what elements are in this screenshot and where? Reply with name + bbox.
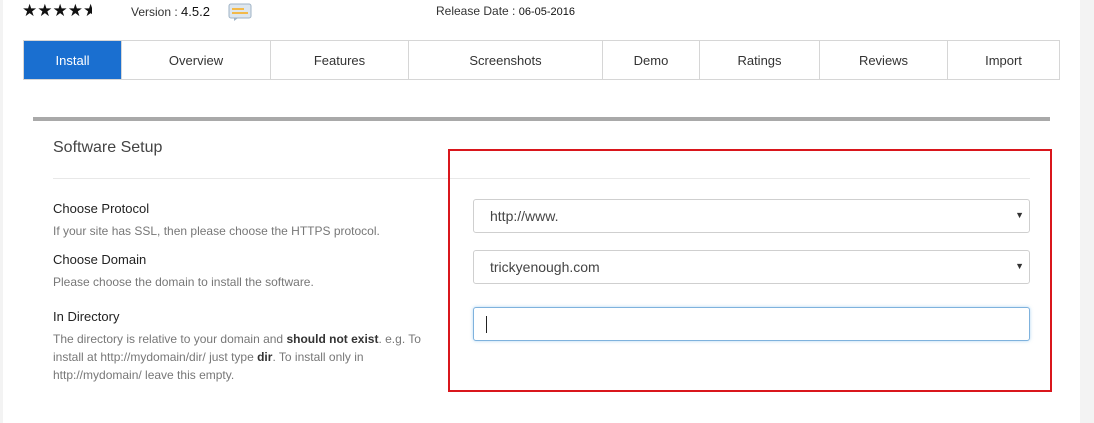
- protocol-help: If your site has SSL, then please choose…: [53, 224, 380, 238]
- release-label: Release Date :: [436, 4, 516, 18]
- tab-bar: Install Overview Features Screenshots De…: [23, 40, 1060, 80]
- changelog-icon[interactable]: [228, 3, 252, 21]
- tab-install[interactable]: Install: [24, 41, 122, 79]
- section-title: Software Setup: [53, 139, 163, 156]
- protocol-select-value: http://www.: [490, 208, 559, 224]
- version-value: 4.5.2: [181, 4, 210, 19]
- directory-input[interactable]: [473, 307, 1030, 341]
- tab-import[interactable]: Import: [948, 41, 1059, 79]
- text-cursor: [486, 316, 487, 333]
- tab-screenshots[interactable]: Screenshots: [409, 41, 603, 79]
- version-label: Version :: [131, 5, 178, 19]
- protocol-select[interactable]: http://www. ▼: [473, 199, 1030, 233]
- release-info: Release Date : 06-05-2016: [436, 4, 575, 18]
- section-divider-bar: [33, 117, 1050, 121]
- version-info: Version : 4.5.2: [131, 4, 210, 19]
- domain-help: Please choose the domain to install the …: [53, 275, 314, 289]
- half-star-icon: ★: [82, 1, 92, 20]
- directory-label: In Directory: [53, 309, 120, 324]
- chevron-down-icon: ▼: [1015, 261, 1024, 271]
- tab-features[interactable]: Features: [271, 41, 409, 79]
- tab-reviews[interactable]: Reviews: [820, 41, 948, 79]
- domain-label: Choose Domain: [53, 252, 147, 267]
- protocol-label: Choose Protocol: [53, 201, 150, 216]
- directory-help-text-1: The directory is relative to your domain…: [53, 332, 287, 346]
- rating-stars: ★★★★★: [22, 1, 92, 21]
- directory-help-bold-1: should not exist: [286, 332, 379, 346]
- domain-select-value: trickyenough.com: [490, 259, 600, 275]
- directory-help: The directory is relative to your domain…: [53, 330, 443, 384]
- chevron-down-icon: ▼: [1015, 210, 1024, 220]
- star-icons: ★★★★: [22, 1, 83, 20]
- release-date: 06-05-2016: [518, 6, 576, 18]
- tab-demo[interactable]: Demo: [603, 41, 700, 79]
- domain-select[interactable]: trickyenough.com ▼: [473, 250, 1030, 284]
- tab-overview[interactable]: Overview: [122, 41, 271, 79]
- tab-ratings[interactable]: Ratings: [700, 41, 820, 79]
- directory-help-bold-2: dir: [257, 350, 273, 364]
